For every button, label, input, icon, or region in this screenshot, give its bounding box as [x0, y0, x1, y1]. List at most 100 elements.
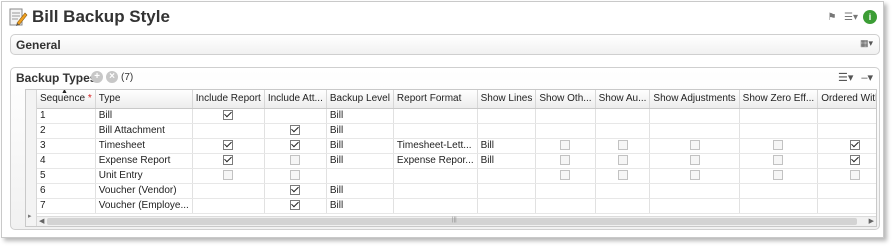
checkbox[interactable]: [689, 140, 700, 151]
column-header[interactable]: Show Oth...: [535, 90, 596, 109]
table-cell[interactable]: Bill: [326, 153, 394, 169]
checkbox[interactable]: [290, 155, 301, 166]
table-row[interactable]: 2 Bill Attachment Bill: [37, 123, 876, 139]
table-cell[interactable]: [817, 183, 876, 199]
table-cell[interactable]: [649, 198, 740, 214]
table-cell[interactable]: [817, 123, 876, 139]
scroll-left-icon[interactable]: ◀: [39, 217, 44, 225]
table-cell[interactable]: [595, 108, 651, 124]
checkbox[interactable]: [223, 170, 234, 181]
table-cell[interactable]: Expense Report: [95, 153, 193, 169]
table-cell[interactable]: [477, 183, 537, 199]
checkbox[interactable]: [290, 125, 301, 136]
table-cell[interactable]: [595, 183, 651, 199]
checkbox[interactable]: [773, 140, 784, 151]
checkbox[interactable]: [560, 140, 571, 151]
checkbox[interactable]: [689, 155, 700, 166]
columns-icon[interactable]: ☰▾: [838, 71, 853, 84]
table-cell[interactable]: 4: [37, 153, 96, 169]
flag-icon[interactable]: ⚑: [825, 10, 839, 24]
table-cell[interactable]: 2: [37, 123, 96, 139]
table-cell[interactable]: [393, 168, 478, 184]
checkbox[interactable]: [850, 155, 861, 166]
table-cell[interactable]: Bill: [326, 123, 394, 139]
table-cell[interactable]: Bill: [95, 108, 193, 124]
checkbox[interactable]: [290, 200, 301, 211]
table-cell[interactable]: [739, 183, 819, 199]
checkbox[interactable]: [850, 170, 861, 181]
checkbox[interactable]: [689, 170, 700, 181]
table-row[interactable]: 3 Timesheet Bill Timesheet-Lett... Bill: [37, 138, 876, 154]
checkbox[interactable]: [850, 140, 861, 151]
checkbox[interactable]: [560, 170, 571, 181]
table-cell[interactable]: [739, 198, 819, 214]
table-row[interactable]: 7Voucher (Employe...Bill500.00: [37, 198, 876, 214]
general-panel[interactable]: General ▦▾: [10, 34, 880, 55]
column-header[interactable]: Show Lines: [477, 90, 537, 109]
table-cell[interactable]: Expense Repor...: [393, 153, 478, 169]
table-cell[interactable]: [192, 123, 265, 139]
table-cell[interactable]: Timesheet: [95, 138, 193, 154]
table-cell[interactable]: [817, 108, 876, 124]
table-cell[interactable]: Bill: [326, 198, 394, 214]
table-cell[interactable]: [264, 108, 327, 124]
column-header[interactable]: Report Format: [393, 90, 478, 109]
column-header[interactable]: Show Adjustments: [649, 90, 740, 109]
table-cell[interactable]: Unit Entry: [95, 168, 193, 184]
table-cell[interactable]: [192, 183, 265, 199]
table-cell[interactable]: [535, 123, 596, 139]
table-cell[interactable]: [649, 123, 740, 139]
horizontal-scrollbar[interactable]: ◀ ||| ▶: [37, 216, 876, 226]
table-cell[interactable]: [739, 108, 819, 124]
table-cell[interactable]: [595, 123, 651, 139]
table-cell[interactable]: [393, 108, 478, 124]
table-cell[interactable]: Bill: [326, 108, 394, 124]
column-header[interactable]: Show Zero Eff...: [739, 90, 819, 109]
table-cell[interactable]: Bill: [477, 153, 537, 169]
columns-icon[interactable]: ☰▾: [844, 10, 858, 24]
table-cell[interactable]: [535, 108, 596, 124]
table-cell[interactable]: [477, 108, 537, 124]
table-cell[interactable]: Bill: [326, 138, 394, 154]
column-header[interactable]: Backup Level: [326, 90, 394, 109]
checkbox[interactable]: [617, 155, 628, 166]
info-icon[interactable]: i: [863, 10, 877, 24]
checkbox[interactable]: [560, 155, 571, 166]
checkbox[interactable]: [290, 170, 301, 181]
scroll-right-icon[interactable]: ▶: [869, 217, 874, 225]
table-cell[interactable]: Voucher (Vendor): [95, 183, 193, 199]
table-cell[interactable]: 7: [37, 198, 96, 214]
table-cell[interactable]: 5: [37, 168, 96, 184]
table-row[interactable]: 1 Bill Bill: [37, 108, 876, 124]
table-cell[interactable]: 3: [37, 138, 96, 154]
column-header[interactable]: Ordered With...: [817, 90, 876, 109]
checkbox[interactable]: [290, 140, 301, 151]
table-cell[interactable]: [595, 198, 651, 214]
menu-icon[interactable]: ▦▾: [860, 38, 873, 49]
checkbox[interactable]: [290, 185, 301, 196]
table-cell[interactable]: [477, 168, 537, 184]
table-cell[interactable]: Bill: [477, 138, 537, 154]
table-cell[interactable]: [535, 183, 596, 199]
table-cell[interactable]: [477, 123, 537, 139]
checkbox[interactable]: [223, 155, 234, 166]
table-cell[interactable]: Bill: [326, 183, 394, 199]
table-cell[interactable]: [649, 183, 740, 199]
table-cell[interactable]: [326, 168, 394, 184]
column-header[interactable]: Include Report: [192, 90, 265, 109]
checkbox[interactable]: [773, 155, 784, 166]
add-icon[interactable]: +: [91, 71, 103, 83]
table-cell[interactable]: [393, 198, 478, 214]
table-row[interactable]: 4 Expense Report Bill Expense Repor... Bill: [37, 153, 876, 169]
table-cell[interactable]: Voucher (Employe...: [95, 198, 193, 214]
column-header[interactable]: Sequence * ▲: [37, 90, 96, 109]
table-cell[interactable]: 6: [37, 183, 96, 199]
table-cell[interactable]: Timesheet-Lett...: [393, 138, 478, 154]
table-cell[interactable]: [192, 198, 265, 214]
table-cell[interactable]: [739, 123, 819, 139]
table-row[interactable]: 6Voucher (Vendor)Bill0.00: [37, 183, 876, 199]
column-header[interactable]: Show Au...: [595, 90, 651, 109]
checkbox[interactable]: [773, 170, 784, 181]
table-cell[interactable]: Bill Attachment: [95, 123, 193, 139]
collapse-icon[interactable]: –▾: [861, 71, 873, 84]
